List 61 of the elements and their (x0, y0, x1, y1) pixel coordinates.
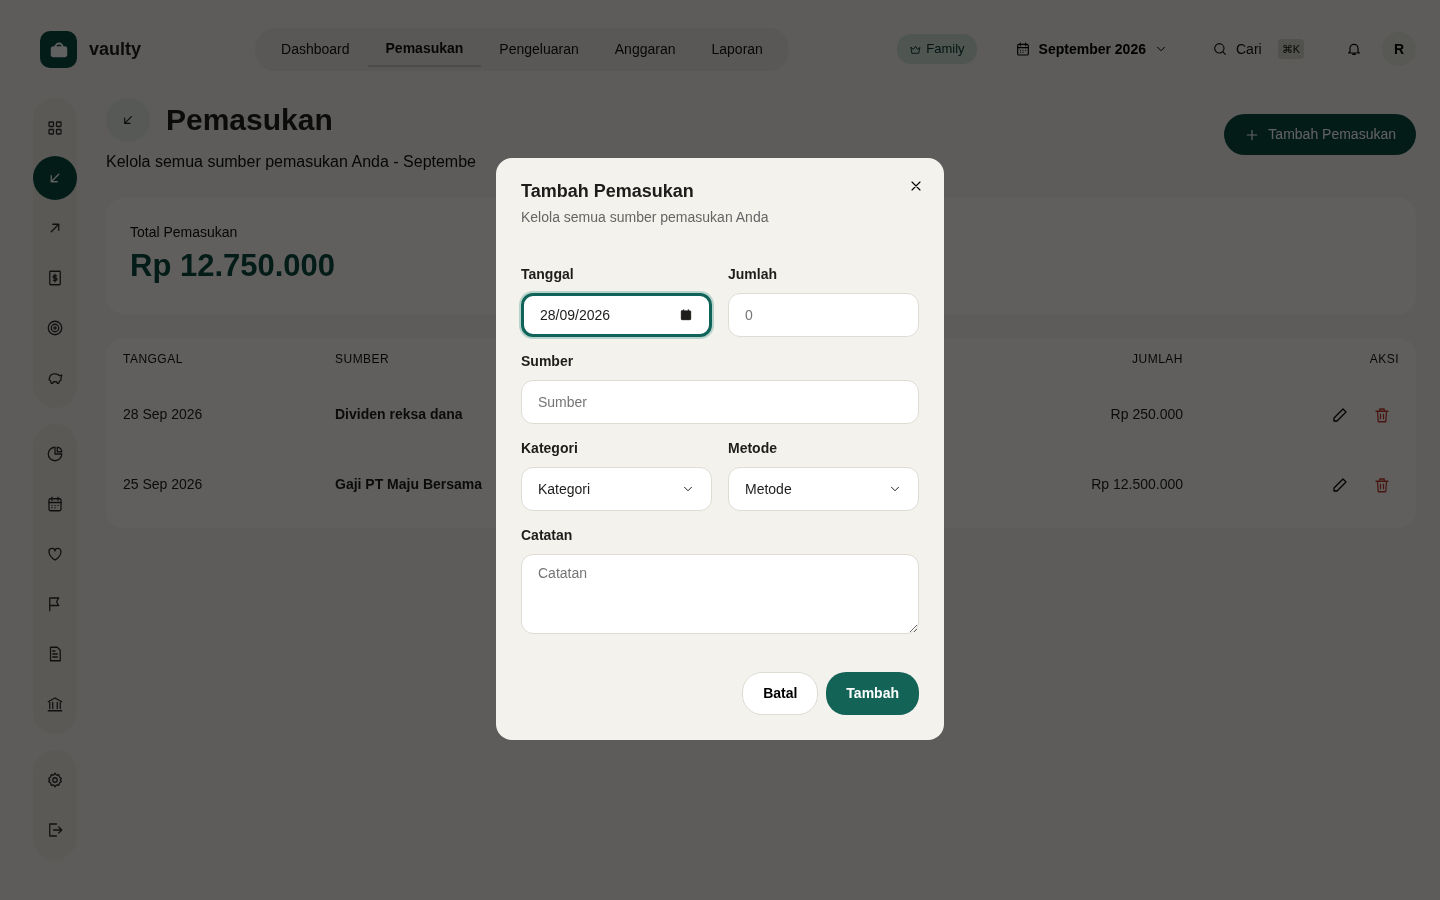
nav-tab[interactable]: Pengeluaran (481, 31, 597, 67)
dialog-subtitle: Kelola semua sumber pemasukan Anda (521, 208, 770, 227)
summary-label: Total Pemasukan (130, 223, 239, 242)
logo-icon (40, 30, 77, 68)
field-label: Metode (728, 439, 778, 458)
pie-chart-icon (46, 445, 64, 463)
field-label: Kategori (521, 439, 579, 458)
dialog-title: Tambah Pemasukan (521, 181, 694, 203)
notes-field[interactable]: Catatan (521, 554, 919, 634)
dollar-receipt-icon (46, 269, 64, 287)
plan-badge: Family (897, 34, 977, 64)
trash-icon (1373, 475, 1391, 494)
nav-tab[interactable]: Anggaran (596, 31, 694, 67)
calendar-icon (679, 308, 693, 322)
table-cell: 25 Sep 2026 (123, 476, 203, 492)
target-icon (46, 319, 64, 337)
table-cell: Dividen reksa dana (335, 406, 463, 422)
field-label: Catatan (521, 526, 574, 545)
add-income-button[interactable]: Tambah Pemasukan (1224, 114, 1416, 155)
page-subtitle: Kelola semua sumber pemasukan Anda - Septembe (106, 152, 476, 172)
logout-icon (46, 821, 64, 839)
table-cell: Gaji PT Maju Bersama (335, 476, 483, 492)
table-cell: Rp 250.000 (1110, 406, 1183, 422)
search-button[interactable]: Cari ⌘K (1206, 37, 1310, 61)
bank-icon (46, 695, 64, 713)
nav-tab[interactable]: Pemasukan (367, 31, 482, 67)
select-field[interactable]: Metode (728, 467, 919, 511)
column-header: TANGGAL (123, 352, 183, 366)
column-header: JUMLAH (1132, 352, 1183, 366)
calendar-icon (1014, 41, 1031, 57)
select-field[interactable]: Kategori (521, 467, 712, 511)
shortcut-key: ⌘K (1277, 38, 1304, 60)
table-cell: 28 Sep 2026 (123, 406, 203, 422)
period-dropdown[interactable]: September 2026 (1008, 37, 1174, 61)
nav-tab[interactable]: Laporan (693, 31, 781, 67)
delete-button[interactable] (1373, 405, 1391, 424)
calendar-icon (46, 495, 64, 513)
input-field[interactable]: 0 (728, 293, 919, 337)
field-label: Sumber (521, 352, 575, 371)
input-field[interactable]: Sumber (521, 380, 919, 424)
sidebar-item[interactable] (33, 156, 77, 200)
bell-icon (1346, 41, 1362, 57)
nav-tab[interactable]: Dashboard (263, 31, 368, 67)
delete-button[interactable] (1373, 475, 1391, 494)
summary-value: Rp 12.750.000 (130, 247, 336, 285)
column-header: SUMBER (335, 352, 390, 366)
grid-icon (46, 119, 64, 137)
avatar[interactable]: R (1382, 32, 1416, 66)
page-title: Pemasukan (166, 102, 333, 138)
date-field[interactable]: 28/09/2026 (521, 293, 712, 337)
cancel-button[interactable]: Batal (742, 672, 819, 715)
field-label: Jumlah (728, 265, 778, 284)
settings-icon (46, 771, 64, 789)
submit-button[interactable]: Tambah (826, 672, 919, 715)
heart-icon (46, 545, 64, 563)
field-label: Tanggal (521, 265, 575, 284)
trash-icon (1373, 405, 1391, 424)
brand-name: vaulty (89, 37, 142, 61)
search-icon (1212, 41, 1228, 57)
table-cell: Rp 12.500.000 (1091, 476, 1183, 492)
column-header: AKSI (1369, 352, 1399, 366)
